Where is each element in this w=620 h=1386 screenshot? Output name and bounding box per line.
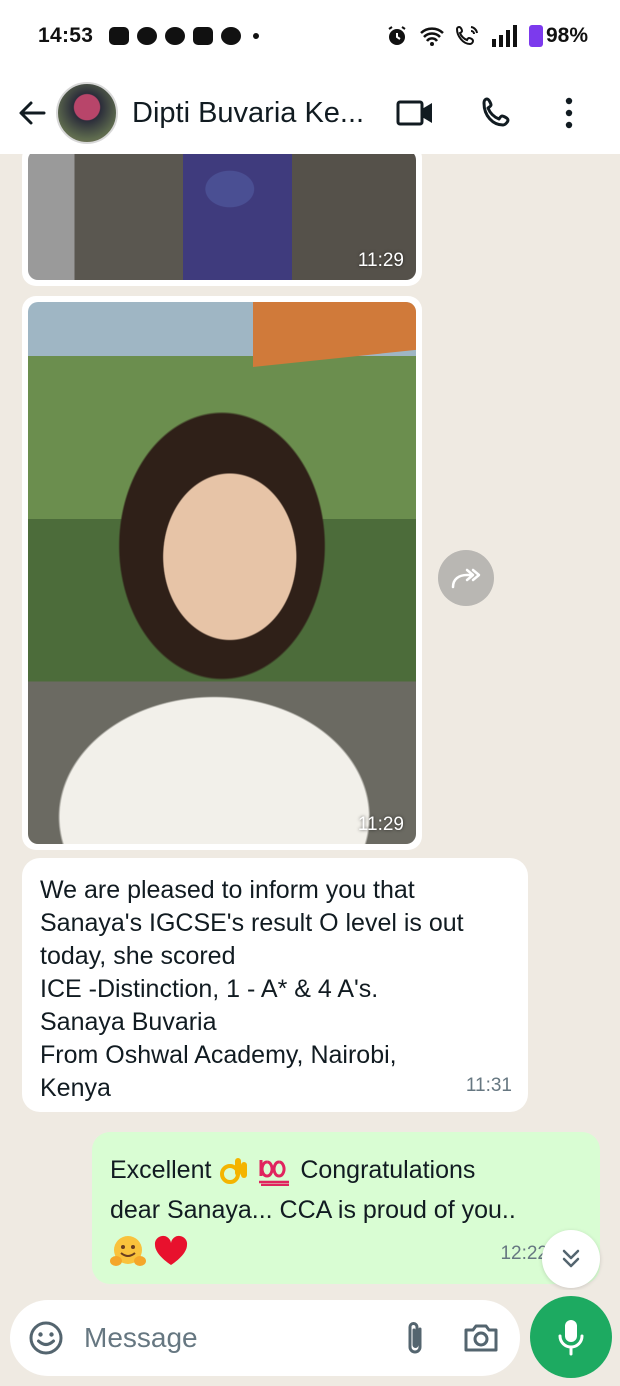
microphone-icon (558, 1320, 584, 1356)
image-message[interactable]: 11:29 (22, 154, 422, 286)
battery-percent: 98% (545, 24, 588, 47)
voice-call-button[interactable] (468, 84, 526, 142)
phone-icon (482, 97, 510, 127)
chat-notification-icon (109, 27, 130, 45)
ok-hand-emoji-icon (220, 1158, 248, 1185)
arrow-left-icon (19, 101, 46, 125)
message-line: We are pleased to inform you that (40, 876, 415, 904)
voice-message-button[interactable] (530, 1296, 612, 1378)
contact-name[interactable]: Dipti Buvaria Ke... (132, 97, 380, 130)
message-line: ICE -Distinction, 1 - A* & 4 A's. (40, 975, 379, 1003)
more-vertical-icon (565, 97, 573, 129)
wifi-icon (420, 27, 444, 46)
message-text: Congratulations (300, 1156, 476, 1184)
double-chevron-down-icon (562, 1249, 580, 1268)
chat-header: Dipti Buvaria Ke... (0, 72, 620, 154)
back-button[interactable] (8, 89, 56, 137)
message-line: Kenya (40, 1074, 111, 1102)
message-text: Excellent (110, 1156, 212, 1184)
message-time: 11:29 (357, 814, 404, 835)
chat-area[interactable]: 11:29 11:29 We are pleased to inform you… (0, 154, 620, 1290)
message-line: Excellent Congratulations (110, 1150, 582, 1190)
shared-photo[interactable]: 11:29 (28, 154, 416, 280)
forward-button[interactable] (438, 550, 494, 606)
message-line: today, she scored (40, 942, 236, 970)
signal-icon (491, 25, 517, 47)
app-notification-icon (221, 27, 242, 45)
incoming-message[interactable]: We are pleased to inform you that Sanaya… (22, 858, 528, 1112)
alarm-icon (388, 26, 406, 45)
photo-detail (253, 302, 416, 368)
message-composer[interactable]: Message (10, 1300, 520, 1376)
more-notifications-dot (253, 33, 260, 39)
more-options-button[interactable] (540, 84, 598, 142)
outgoing-message[interactable]: Excellent Congratulations dear Sanaya...… (92, 1132, 600, 1284)
wifi-calling-icon (455, 25, 478, 46)
status-time: 14:53 (38, 24, 94, 47)
notification-icons (109, 27, 260, 45)
scroll-to-bottom-button[interactable] (542, 1230, 600, 1288)
message-line: From Oshwal Academy, Nairobi, (40, 1041, 397, 1069)
messenger-icon (137, 27, 158, 45)
hundred-points-emoji-icon (259, 1160, 290, 1187)
composer-actions (402, 1319, 500, 1357)
message-time: 11:31 (465, 1075, 512, 1096)
youtube-icon (193, 27, 214, 45)
header-actions (386, 84, 598, 142)
message-input[interactable]: Message (84, 1322, 198, 1354)
shared-photo[interactable]: 11:29 (28, 302, 416, 844)
camera-icon[interactable] (462, 1322, 500, 1354)
message-line: Sanaya Buvaria (40, 1008, 217, 1036)
red-heart-emoji-icon (154, 1236, 188, 1266)
status-right: 98% (385, 24, 588, 48)
video-camera-icon (396, 100, 432, 126)
message-line: dear Sanaya... CCA is proud of you.. (110, 1196, 516, 1224)
image-message[interactable]: 11:29 (22, 296, 422, 850)
message-line: Sanaya's IGCSE's result O level is out (40, 909, 464, 937)
facebook-icon (165, 27, 186, 45)
attach-paperclip-icon[interactable] (402, 1319, 428, 1357)
battery-indicator: 98% (528, 24, 588, 48)
video-call-button[interactable] (386, 84, 444, 142)
hugging-face-emoji-icon (110, 1236, 146, 1267)
message-time: 11:29 (357, 250, 404, 271)
contact-avatar[interactable] (56, 82, 118, 144)
emoji-button[interactable] (26, 1318, 66, 1358)
forward-icon (451, 568, 481, 589)
smiley-icon (29, 1321, 63, 1355)
battery-icon (528, 25, 543, 47)
message-time: 12:22 (500, 1243, 548, 1264)
status-bar: 14:53 98% (0, 0, 620, 72)
